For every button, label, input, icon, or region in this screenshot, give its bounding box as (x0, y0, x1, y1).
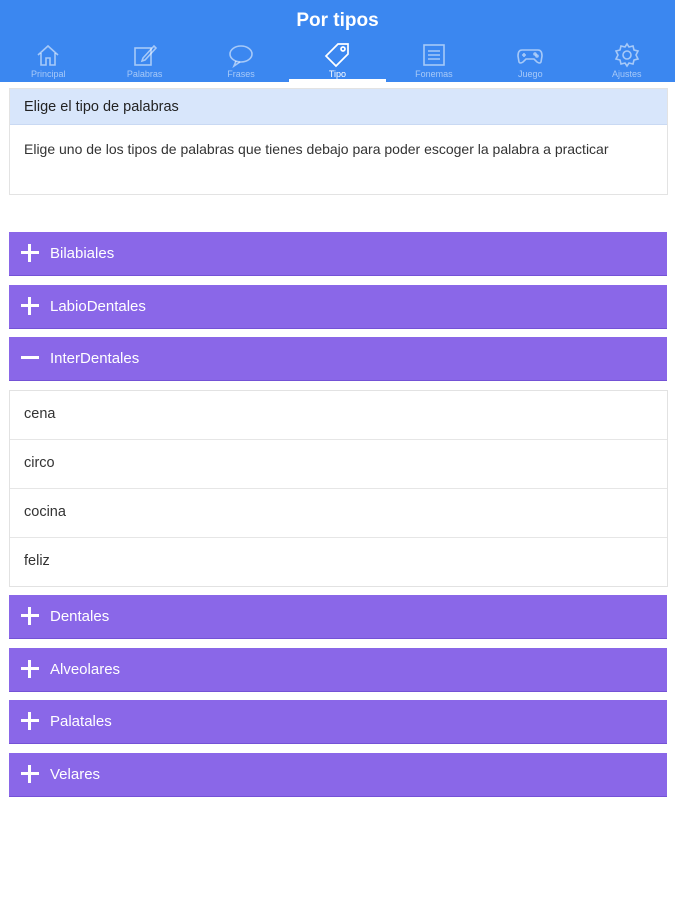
plus-icon (20, 296, 40, 316)
page-title: Por tipos (296, 10, 379, 31)
tab-fonemas[interactable]: Fonemas (386, 38, 482, 82)
group-label: Palatales (50, 713, 112, 730)
group-label: Dentales (50, 608, 110, 625)
tab-frases[interactable]: Frases (193, 38, 289, 82)
tab-label: Juego (518, 69, 543, 79)
gamepad-icon (517, 49, 544, 64)
list-item[interactable]: cena (10, 391, 667, 440)
home-icon (37, 44, 59, 66)
tab-label: Fonemas (415, 69, 453, 79)
edit-icon (133, 44, 157, 66)
group-label: Bilabiales (50, 245, 115, 262)
group-velares[interactable]: Velares (9, 753, 667, 797)
list-item[interactable]: feliz (10, 538, 667, 587)
tag-icon (325, 43, 350, 68)
list-item[interactable]: cocina (10, 489, 667, 538)
info-heading: Elige el tipo de palabras (10, 89, 667, 125)
tab-label: Ajustes (611, 69, 642, 79)
info-text: Elige uno de los tipos de palabras que t… (24, 141, 609, 157)
group-label: Velares (50, 766, 101, 783)
plus-icon (20, 243, 40, 263)
plus-icon (20, 764, 40, 784)
minus-icon (20, 348, 40, 368)
list-item[interactable]: circo (10, 440, 667, 489)
group-interdentales[interactable]: InterDentales (9, 337, 667, 381)
group-label: LabioDentales (50, 298, 146, 315)
info-card: Elige el tipo de palabras Elige uno de l… (9, 88, 668, 195)
group-label: Alveolares (50, 661, 121, 678)
group-palatales[interactable]: Palatales (9, 700, 667, 744)
tab-label: Tipo (328, 69, 347, 79)
tab-label: Principal (30, 69, 66, 79)
group-dentales[interactable]: Dentales (9, 595, 667, 639)
plus-icon (20, 659, 40, 679)
word-list: cena circo cocina feliz (9, 390, 668, 587)
app-header: Por tipos Principal Palabras Frases Tipo… (0, 0, 675, 82)
tab-principal[interactable]: Principal (0, 38, 96, 82)
group-bilabiales[interactable]: Bilabiales (9, 232, 667, 276)
tab-palabras[interactable]: Palabras (96, 38, 192, 82)
group-label: InterDentales (50, 350, 140, 367)
tab-tipo[interactable]: Tipo (289, 38, 387, 82)
tab-juego[interactable]: Juego (482, 38, 578, 82)
list-icon (423, 44, 445, 66)
group-labiodentales[interactable]: LabioDentales (9, 285, 667, 329)
tab-label: Palabras (126, 69, 163, 79)
group-alveolares[interactable]: Alveolares (9, 648, 667, 692)
gear-icon (614, 42, 639, 68)
tab-bar: Principal Palabras Frases Tipo Fonemas J… (0, 38, 675, 82)
tab-label: Frases (227, 69, 255, 79)
plus-icon (20, 606, 40, 626)
speech-bubble-icon (229, 45, 253, 68)
plus-icon (20, 711, 40, 731)
tab-ajustes[interactable]: Ajustes (579, 38, 675, 82)
